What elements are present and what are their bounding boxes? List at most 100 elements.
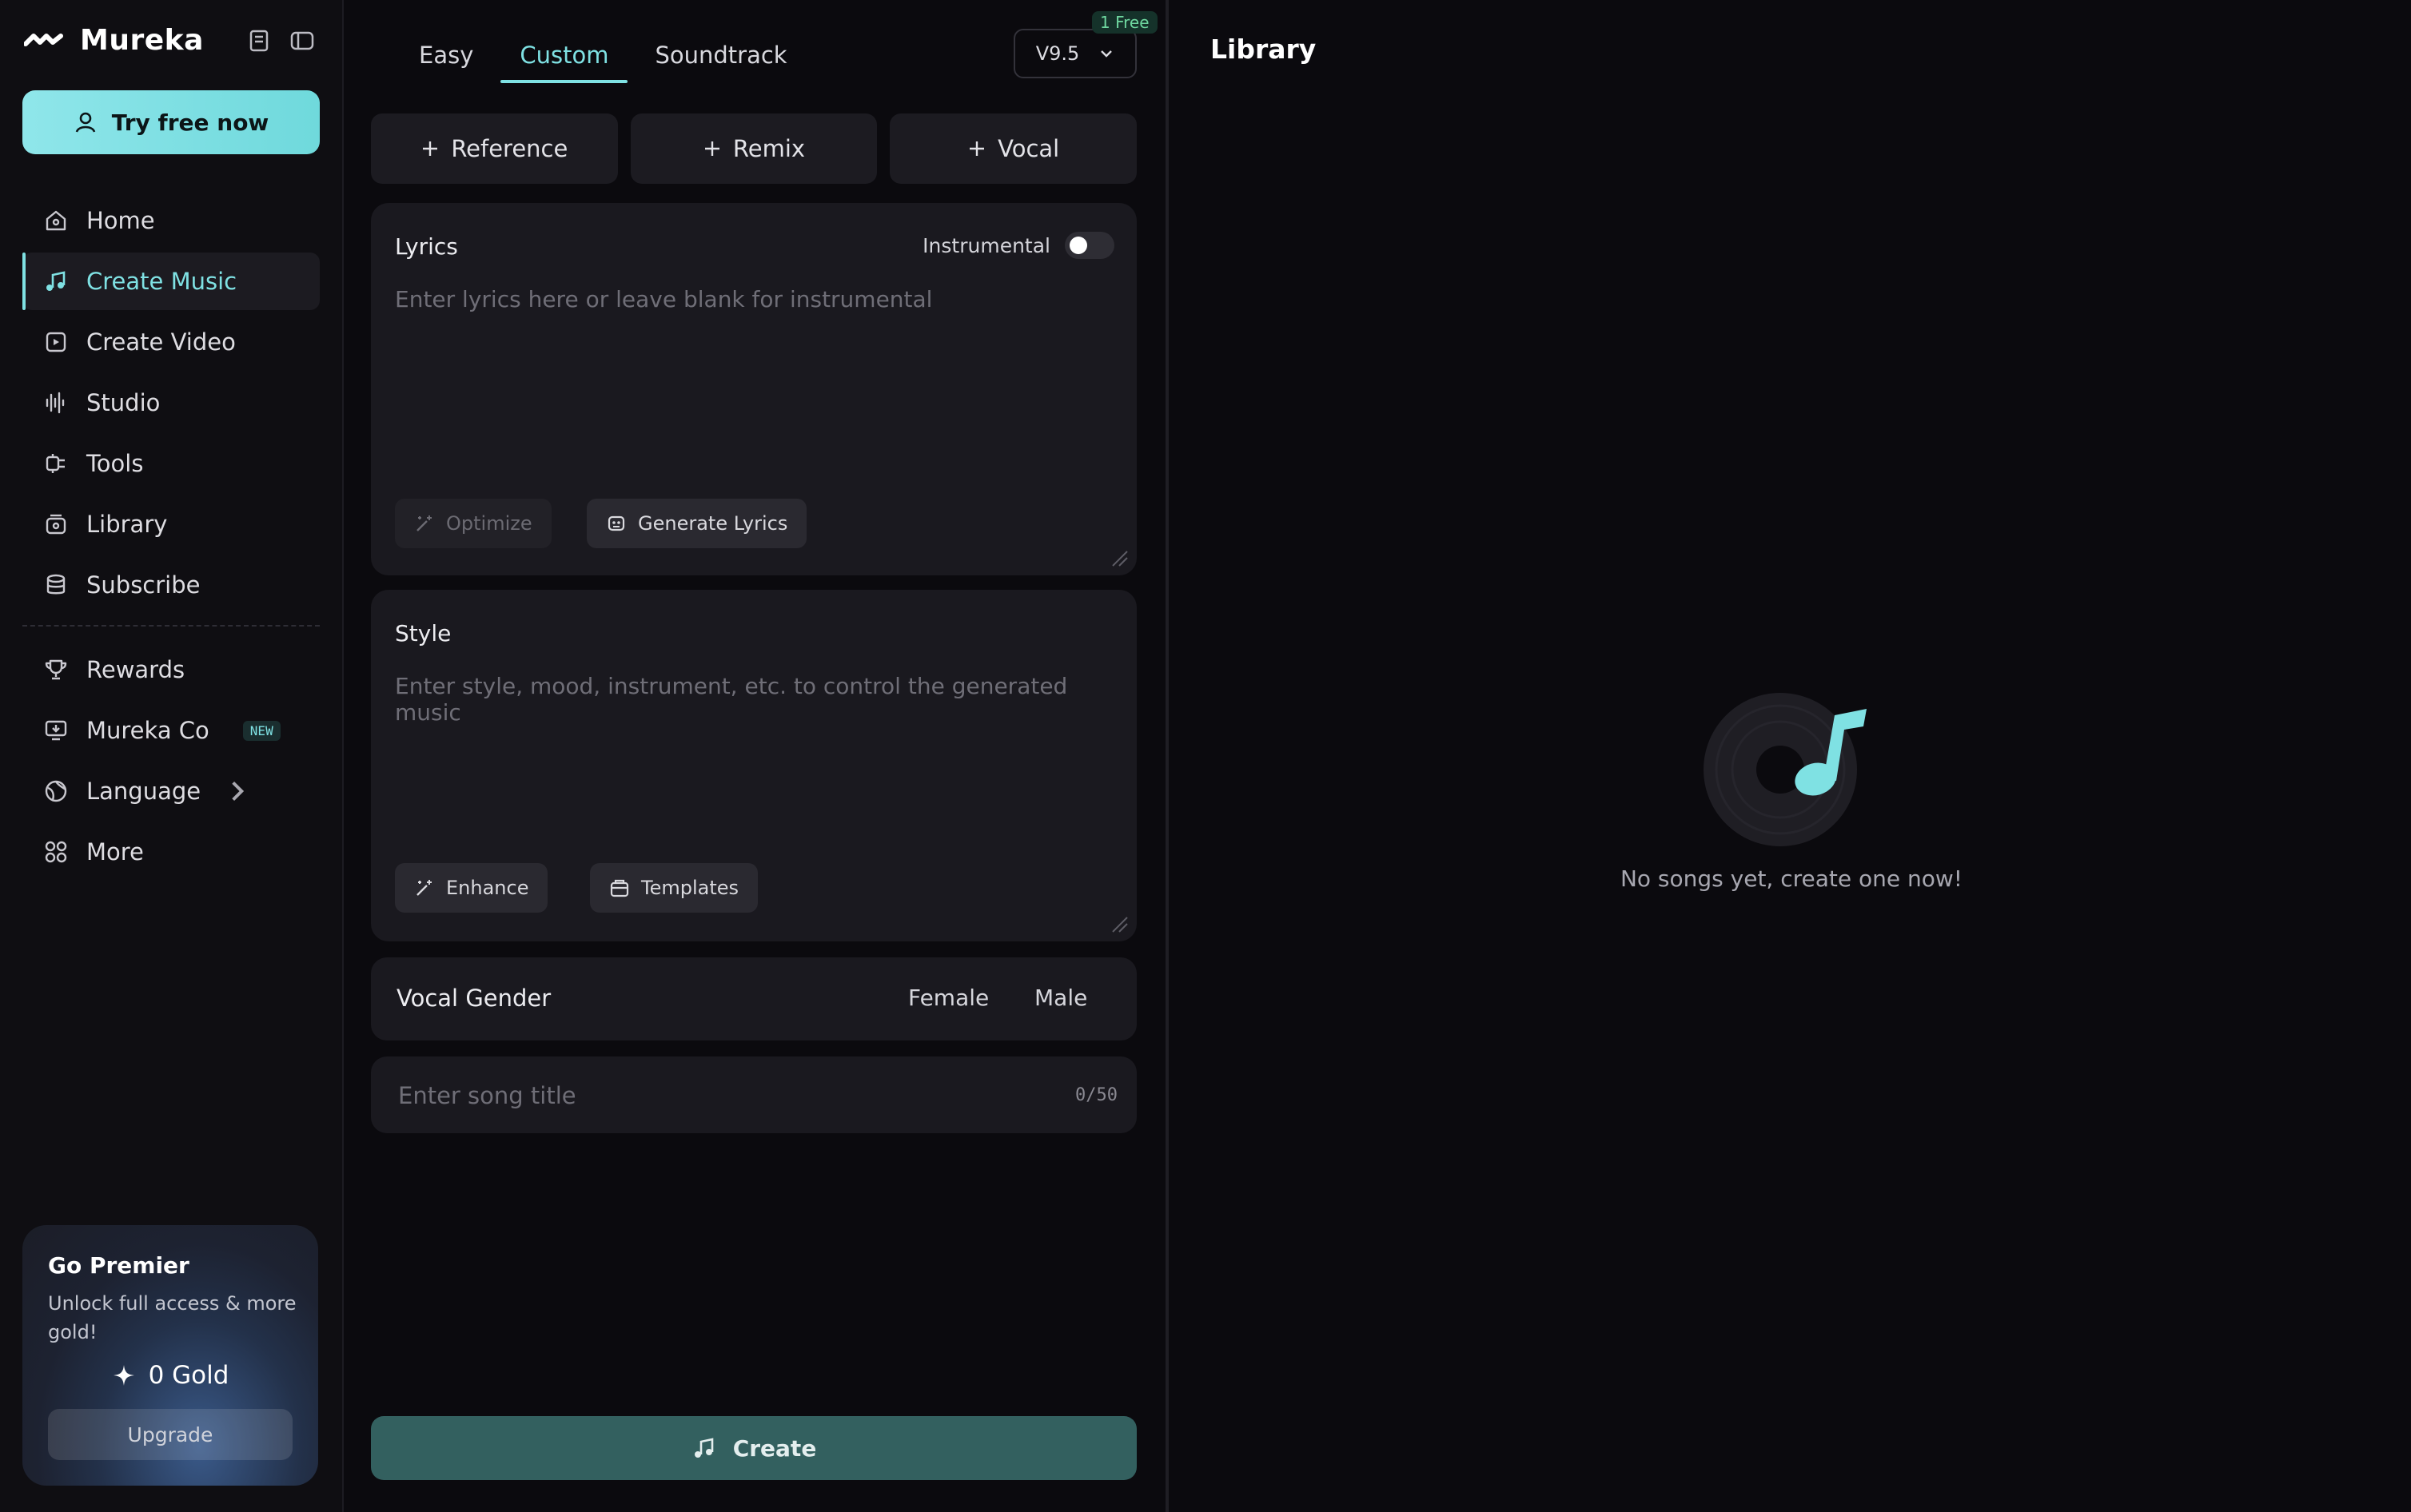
magic-wand-icon [416,515,432,531]
library-icon [46,514,66,535]
sidebar-item-subscribe[interactable]: Subscribe [22,556,320,614]
sidebar-item-label: Mureka Co [86,717,209,744]
plus-icon [970,141,985,156]
female-option[interactable]: Female [908,985,989,1011]
enhance-label: Enhance [446,877,529,899]
sidebar-item-library[interactable]: Library [22,495,320,553]
sidebar-item-label: Language [86,778,201,805]
templates-button[interactable]: Templates [590,863,759,913]
tab-soundtrack[interactable]: Soundtrack [636,32,806,83]
sidebar-item-studio[interactable]: Studio [22,374,320,432]
instrumental-label: Instrumental [923,233,1050,257]
sidebar-item-label: Home [86,207,155,234]
sidebar-item-home[interactable]: Home [22,192,320,249]
templates-label: Templates [641,877,739,899]
version-select[interactable]: V9.5 [1014,29,1137,78]
input-chips: Reference Remix Vocal [371,113,1138,184]
lyrics-title: Lyrics [395,233,458,260]
song-title-field[interactable]: Enter song title 0/50 [371,1056,1137,1133]
tab-custom[interactable]: Custom [500,32,628,83]
sidebar-item-tools[interactable]: Tools [22,435,320,492]
empty-message: No songs yet, create one now! [1620,865,1963,892]
male-option[interactable]: Male [1034,985,1087,1011]
sidebar-item-label: Create Music [86,268,237,295]
new-badge: NEW [242,720,281,741]
chevron-down-icon [1101,50,1113,58]
home-icon [46,210,66,231]
optimize-button[interactable]: Optimize [395,499,552,548]
try-free-label: Try free now [111,109,269,136]
premier-card: Go Premier Unlock full access & more gol… [22,1225,318,1486]
robot-icon [608,515,625,531]
vocal-button[interactable]: Vocal [890,113,1138,184]
plus-icon [704,141,719,156]
vinyl-music-icon [1704,693,1867,846]
sidebar-item-label: More [86,838,144,865]
sidebar-item-language[interactable]: Language [22,762,320,820]
resize-handle-icon[interactable] [1110,548,1129,567]
create-panel: Easy Custom Soundtrack V9.5 1 Free Refer… [345,0,1169,1512]
sparkle-icon [113,1365,134,1386]
sidebar-item-mureka-co[interactable]: Mureka Co NEW [22,702,320,759]
app-name: Mureka [80,24,204,57]
instrumental-switch: Instrumental [923,232,1114,259]
style-panel: Style Enter style, mood, instrument, etc… [371,590,1137,941]
char-counter: 0/50 [1075,1085,1118,1105]
video-icon [46,332,66,352]
reference-button[interactable]: Reference [371,113,618,184]
waveform-icon [46,392,65,414]
monitor-download-icon [45,720,67,741]
reference-label: Reference [451,135,568,162]
generate-lyrics-button[interactable]: Generate Lyrics [587,499,807,548]
remix-button[interactable]: Remix [630,113,878,184]
magic-wand-icon [416,880,432,896]
vocal-gender-label: Vocal Gender [397,985,552,1012]
sidebar-toggle-icon[interactable] [289,29,315,53]
music-note-icon [694,1438,713,1458]
globe-icon [45,780,67,802]
sidebar-nav: Home Create Music Create Video Studio To… [22,192,320,884]
try-free-button[interactable]: Try free now [22,90,320,154]
library-panel: Library No songs yet, create one now! [1172,0,2411,1512]
gold-amount: 0 Gold [148,1361,229,1390]
premier-subtitle: Unlock full access & more gold! [48,1292,297,1343]
sidebar-item-label: Subscribe [86,571,201,599]
enhance-button[interactable]: Enhance [395,863,548,913]
create-label: Create [732,1434,817,1462]
vocal-gender-row: Vocal Gender Female Male [371,957,1137,1040]
free-badge: 1 Free [1092,11,1158,34]
style-title: Style [395,620,452,647]
sidebar-item-create-video[interactable]: Create Video [22,313,320,371]
database-icon [46,574,66,595]
version-value: V9.5 [1035,42,1080,65]
remix-label: Remix [732,135,806,162]
grid-icon [45,841,67,863]
instrumental-toggle[interactable] [1065,232,1114,259]
trophy-icon [45,659,67,680]
mureka-logo-icon [24,33,63,46]
create-button[interactable]: Create [371,1416,1137,1480]
upgrade-button[interactable]: Upgrade [48,1409,293,1460]
chevron-right-icon [232,781,245,802]
sidebar-item-label: Tools [86,450,144,477]
sidebar-item-label: Library [86,511,168,538]
mode-tabs: Easy Custom Soundtrack [393,32,815,83]
lyrics-panel: Lyrics Instrumental Enter lyrics here or… [371,203,1137,575]
generate-lyrics-label: Generate Lyrics [638,512,788,535]
music-note-icon [46,271,66,291]
tools-icon [46,454,65,473]
style-input[interactable]: Enter style, mood, instrument, etc. to c… [395,673,1137,726]
document-icon[interactable] [248,29,270,53]
song-title-input[interactable]: Enter song title [398,1082,576,1109]
sidebar-item-more[interactable]: More [22,823,320,881]
tab-easy[interactable]: Easy [393,32,492,83]
library-title: Library [1210,34,1317,65]
logo[interactable]: Mureka [24,24,204,57]
sidebar-item-create-music[interactable]: Create Music [22,253,320,310]
sidebar: Mureka Try free now Home Create Music Cr… [0,0,344,1512]
lyrics-input[interactable]: Enter lyrics here or leave blank for ins… [395,286,932,312]
sidebar-item-label: Create Video [86,328,236,356]
resize-handle-icon[interactable] [1110,914,1129,933]
gold-balance: 0 Gold [22,1361,318,1390]
sidebar-item-rewards[interactable]: Rewards [22,641,320,698]
